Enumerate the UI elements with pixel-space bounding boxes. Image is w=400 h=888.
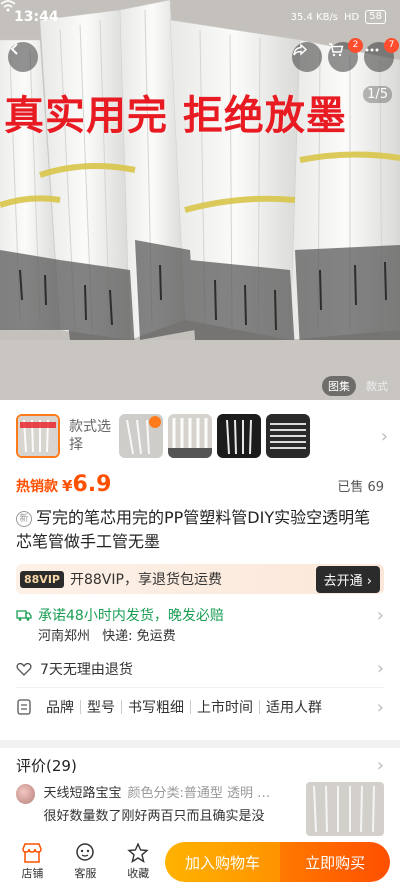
back-arrow-icon [10,43,18,55]
vip-chip: 88VIP [20,570,64,588]
review-title: 评价(29) [16,756,77,775]
attribute-item: 上市时间 [197,700,253,716]
chevron-right-icon: › [376,604,384,626]
cart-badge: 2 [348,38,363,53]
review-item[interactable]: 天线短路宝宝 颜色分类:普通型 透明 … 很好数量数了刚好两百只而且确实是没 [16,782,384,836]
reviewer-line: 天线短路宝宝 颜色分类:普通型 透明 … [43,782,306,801]
customer-service-label: 客服 [74,867,97,880]
shop-icon [22,843,43,863]
shop-button[interactable]: 店铺 [6,843,59,881]
tab-gallery[interactable]: 图集 [322,376,356,396]
attributes-row[interactable]: 品牌 型号 书写粗细 上市时间 适用人群 › [16,688,384,726]
product-title-text: 写完的笔芯用完的PP管塑料管DIY实验空透明笔芯笔管做手工管无墨 [16,508,371,551]
shipping-origin: 河南郑州 [38,629,91,644]
price-row: 热销款 ¥ 6.9 已售 69 [16,472,384,504]
chevron-right-icon: › [376,658,384,679]
share-button[interactable] [292,42,322,72]
review-body: 天线短路宝宝 颜色分类:普通型 透明 … 很好数量数了刚好两百只而且确实是没 [43,782,306,824]
chevron-right-icon: › [376,754,384,776]
sku-thumb-4[interactable] [217,414,261,458]
signal-label: HD [344,11,360,23]
attribute-item: 型号 [87,700,115,716]
shipping-detail: 河南郑州 快递: 免运费 [38,626,384,648]
more-dots-icon [365,48,379,52]
return-policy-text: 7天无理由退货 [40,661,133,678]
status-time: 13:44 [14,9,59,25]
sku-thumb-image [168,414,212,458]
return-policy-row[interactable]: 7天无理由退货 › [16,650,384,688]
image-overlay-text: 真实用完 拒绝放墨 [4,93,347,139]
sold-count: 已售 69 [337,480,384,495]
more-button[interactable]: 7 [364,38,399,72]
sku-thumb-image [18,416,58,456]
status-bar: 13:44 35.4 KB/s HD 58 [0,0,400,34]
chevron-right-icon: › [376,696,384,718]
tab-style[interactable]: 款式 [360,376,394,396]
share-icon [293,43,308,56]
vip-open-button[interactable]: 去开通 › [315,565,380,593]
price-value: 6.9 [72,472,112,497]
sku-thumb-selected[interactable] [16,414,60,458]
product-detail-screen: 13:44 35.4 KB/s HD 58 2 7 真实用完 拒绝放墨 1/5 … [0,0,400,888]
favorite-label: 收藏 [127,867,150,880]
hot-sale-label: 热销款 [16,479,58,495]
review-photo[interactable] [306,782,384,836]
new-tag: 新 [16,511,32,527]
vip-text: 开88VIP，享退货包运费 [69,572,222,588]
reviewer-name: 天线短路宝宝 [43,786,122,801]
sku-thumb-3[interactable] [168,414,212,458]
star-icon [127,843,149,863]
gallery-tabs: 图集 款式 [322,376,394,396]
attribute-item: 品牌 [46,700,74,716]
vip-banner[interactable]: 88VIP 开88VIP，享退货包运费 去开通 › [16,564,384,594]
back-button[interactable] [8,42,38,72]
service-card: 7天无理由退货 › 品牌 型号 书写粗细 上市时间 适用人群 › [0,650,400,740]
shop-label: 店铺 [21,867,44,880]
attribute-list: 品牌 型号 书写粗细 上市时间 适用人群 [40,697,328,717]
shipping-promise-row[interactable]: 承诺48小时内发货，晚发必赔 › [16,604,384,626]
review-header[interactable]: 评价(29) › [16,748,384,782]
sku-thumb-image [217,414,261,458]
chat-icon [76,843,95,861]
review-card[interactable]: 评价(29) › 天线短路宝宝 颜色分类:普通型 透明 … 很好数量数了刚好两百只… [0,748,400,838]
chevron-right-icon: › [380,425,388,447]
product-title[interactable]: 新写完的笔芯用完的PP管塑料管DIY实验空透明笔芯笔管做手工管无墨 [16,506,384,554]
sku-thumb-2[interactable] [119,414,163,458]
heart-icon [16,662,32,676]
bottom-action-bar: 店铺 客服 收藏 加入购物车 立即购买 [0,836,400,888]
sku-thumb-5[interactable] [266,414,310,458]
network-speed: 35.4 KB/s [290,11,339,23]
product-image-gallery[interactable]: 13:44 35.4 KB/s HD 58 2 7 真实用完 拒绝放墨 1/5 … [0,0,400,400]
customer-service-button[interactable]: 客服 [59,843,112,881]
product-info-card: 热销款 ¥ 6.9 已售 69 新写完的笔芯用完的PP管塑料管DIY实验空透明笔… [0,472,400,672]
shipping-fee: 快递: 免运费 [102,629,176,644]
avatar [16,784,36,804]
image-pager: 1/5 [363,86,392,103]
document-icon [17,699,31,715]
cart-button[interactable]: 2 [328,38,363,72]
shipping-promise-text: 承诺48小时内发货，晚发必赔 [38,608,224,624]
review-text: 很好数量数了刚好两百只而且确实是没 [43,809,265,824]
sku-thumb-image [119,414,163,458]
review-photo-image [306,782,384,836]
more-badge: 7 [384,38,399,53]
favorite-button[interactable]: 收藏 [112,843,165,881]
review-sku: 颜色分类:普通型 透明 … [127,786,271,801]
purchase-buttons: 加入购物车 立即购买 [164,842,390,882]
buy-now-button[interactable]: 立即购买 [280,842,390,882]
sku-thumb-image [266,414,310,458]
sku-selector[interactable]: 款式选择 › [0,400,400,472]
cart-icon [329,43,344,57]
battery-level: 58 [365,10,386,24]
currency-symbol: ¥ [62,477,73,495]
add-to-cart-button[interactable]: 加入购物车 [164,842,281,882]
wifi-icon [0,0,16,12]
truck-icon [16,610,32,621]
attribute-item: 适用人群 [266,700,322,716]
attribute-item: 书写粗细 [128,700,184,716]
sku-label: 款式选择 [69,419,111,453]
